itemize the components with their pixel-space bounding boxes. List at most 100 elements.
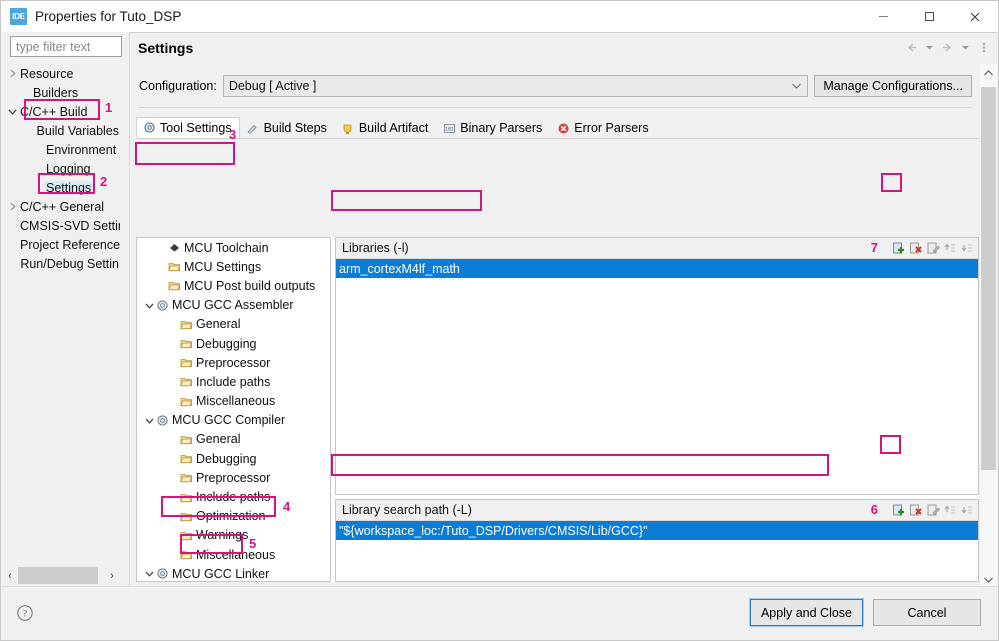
tool-tree-item-debugging[interactable]: Debugging xyxy=(137,449,330,468)
sidebar-item-label: Builders xyxy=(33,85,79,100)
tool-tree-item-mcu-gcc-compiler[interactable]: MCU GCC Compiler xyxy=(137,411,330,430)
tree-expander-icon[interactable] xyxy=(143,569,156,578)
tool-tree-item-general[interactable]: General xyxy=(137,430,330,449)
library-search-path-toolbar xyxy=(891,502,974,517)
help-icon[interactable]: ? xyxy=(16,604,34,622)
filter-input[interactable]: type filter text xyxy=(10,36,122,57)
tree-expander-icon[interactable] xyxy=(6,202,19,211)
move-down-icon[interactable] xyxy=(959,502,974,517)
add-icon[interactable] xyxy=(891,240,906,255)
delete-icon[interactable] xyxy=(908,240,923,255)
tool-tree-item-preprocessor[interactable]: Preprocessor xyxy=(137,468,330,487)
tool-tree-item-label: Optimization xyxy=(196,509,266,524)
library-list-item[interactable]: arm_cortexM4lf_math xyxy=(336,259,978,278)
tool-tree-item-miscellaneous[interactable]: Miscellaneous xyxy=(137,392,330,411)
edit-icon[interactable] xyxy=(925,240,940,255)
maximize-icon[interactable] xyxy=(906,1,952,32)
vscroll-track[interactable] xyxy=(980,81,997,571)
sidebar-item-cmsis-svd-settin[interactable]: CMSIS-SVD Settin xyxy=(2,216,120,235)
tab-tool-settings[interactable]: Tool Settings xyxy=(136,117,240,138)
tool-tree-item-label: Include paths xyxy=(196,374,271,389)
minimize-icon[interactable] xyxy=(860,1,906,32)
hscroll-thumb[interactable] xyxy=(18,567,98,584)
forward-arrow-icon[interactable] xyxy=(940,40,955,54)
tool-tree-item-label: Debugging xyxy=(196,336,257,351)
tool-tree-item-optimization[interactable]: Optimization xyxy=(137,507,330,526)
tool-tree-item-preprocessor[interactable]: Preprocessor xyxy=(137,353,330,372)
view-menu-icon[interactable] xyxy=(976,40,991,54)
sidebar-item-label: Environment xyxy=(46,142,117,157)
sidebar-item-builders[interactable]: Builders xyxy=(2,83,120,102)
tool-tree-item-label: MCU Settings xyxy=(184,259,262,274)
tab-binary-parsers[interactable]: 101 Binary Parsers xyxy=(436,117,551,138)
close-icon[interactable] xyxy=(952,1,998,32)
sidebar-item-project-references[interactable]: Project References xyxy=(2,235,120,254)
hscroll-track[interactable] xyxy=(18,567,104,584)
tool-tree-item-debugging[interactable]: Debugging xyxy=(137,334,330,353)
sidebar-item-c-c-general[interactable]: C/C++ General xyxy=(2,197,120,216)
tool-tree-item-label: Miscellaneous xyxy=(196,394,276,409)
tree-expander-icon[interactable] xyxy=(6,107,19,116)
annotation-number-6: 6 xyxy=(870,502,878,517)
tool-tree-item-miscellaneous[interactable]: Miscellaneous xyxy=(137,545,330,564)
sidebar-item-resource[interactable]: Resource xyxy=(2,64,120,83)
manage-configurations-button[interactable]: Manage Configurations... xyxy=(814,75,972,97)
tree-hscrollbar[interactable]: ‹ › xyxy=(2,566,120,585)
tool-tree-item-include-paths[interactable]: Include paths xyxy=(137,372,330,391)
properties-tree[interactable]: Resource Builders C/C++ Build Build Variabl… xyxy=(2,64,120,562)
hscroll-right-icon[interactable]: › xyxy=(104,567,120,584)
tool-tree-item-mcu-gcc-linker[interactable]: MCU GCC Linker xyxy=(137,564,330,581)
libraries-list[interactable]: arm_cortexM4lf_math xyxy=(336,259,978,494)
tool-tree-item-mcu-settings[interactable]: MCU Settings xyxy=(137,257,330,276)
tree-expander-icon[interactable] xyxy=(143,301,156,310)
libraries-toolbar xyxy=(891,240,974,255)
svg-text:?: ? xyxy=(23,610,27,620)
tool-tree-item-include-paths[interactable]: Include paths xyxy=(137,487,330,506)
sidebar-item-environment[interactable]: Environment xyxy=(2,140,120,159)
content-vscrollbar[interactable] xyxy=(980,64,997,588)
tab-build-artifact[interactable]: Build Artifact xyxy=(334,117,437,138)
library-search-path-header: Library search path (-L) 6 xyxy=(336,500,978,521)
window-controls xyxy=(860,1,998,32)
tab-error-parsers[interactable]: Error Parsers xyxy=(550,117,657,138)
back-arrow-icon[interactable] xyxy=(904,40,919,54)
configuration-value: Debug [ Active ] xyxy=(228,79,317,93)
move-up-icon[interactable] xyxy=(942,502,957,517)
tool-tree-item-mcu-post-build-outputs[interactable]: MCU Post build outputs xyxy=(137,276,330,295)
tool-tree-item-mcu-toolchain[interactable]: MCU Toolchain xyxy=(137,238,330,257)
configuration-dropdown[interactable]: Debug [ Active ] xyxy=(222,75,809,97)
tool-tree-item-warnings[interactable]: Warnings xyxy=(137,526,330,545)
tool-tree-item-general[interactable]: General xyxy=(137,315,330,334)
tree-expander-icon[interactable] xyxy=(6,69,19,78)
move-down-icon[interactable] xyxy=(959,240,974,255)
folder-icon xyxy=(180,433,195,446)
library-search-path-list[interactable]: "${workspace_loc:/Tuto_DSP/Drivers/CMSIS… xyxy=(336,521,978,581)
folder-icon xyxy=(180,318,195,331)
library-search-path-list-item[interactable]: "${workspace_loc:/Tuto_DSP/Drivers/CMSIS… xyxy=(336,521,978,540)
sidebar-item-c-c-build[interactable]: C/C++ Build xyxy=(2,102,120,121)
hscroll-left-icon[interactable]: ‹ xyxy=(2,567,18,584)
tree-expander-icon[interactable] xyxy=(143,416,156,425)
add-icon[interactable] xyxy=(891,502,906,517)
delete-icon[interactable] xyxy=(908,502,923,517)
library-search-path-section: Library search path (-L) 6 "${workspace_… xyxy=(335,499,979,582)
cancel-button[interactable]: Cancel xyxy=(873,599,981,626)
folder-icon xyxy=(180,529,195,542)
sidebar-item-build-variables[interactable]: Build Variables xyxy=(2,121,120,140)
pane-splitter[interactable] xyxy=(121,64,129,588)
apply-and-close-button[interactable]: Apply and Close xyxy=(748,598,865,627)
tool-tree-item-mcu-gcc-assembler[interactable]: MCU GCC Assembler xyxy=(137,296,330,315)
edit-icon[interactable] xyxy=(925,502,940,517)
tool-settings-icon xyxy=(142,121,156,135)
move-up-icon[interactable] xyxy=(942,240,957,255)
folder-icon xyxy=(180,375,195,388)
tool-settings-tree[interactable]: MCU Toolchain MCU Settings MCU Post build … xyxy=(136,237,331,582)
tab-build-steps[interactable]: Build Steps xyxy=(239,117,335,138)
tab-label: Binary Parsers xyxy=(460,121,543,135)
vscroll-up-icon[interactable] xyxy=(980,64,997,81)
forward-dropdown-icon[interactable] xyxy=(958,40,973,54)
back-dropdown-icon[interactable] xyxy=(922,40,937,54)
error-parsers-icon xyxy=(556,121,570,135)
vscroll-thumb[interactable] xyxy=(981,87,996,470)
sidebar-item-run-debug-settin[interactable]: Run/Debug Settin xyxy=(2,254,120,273)
